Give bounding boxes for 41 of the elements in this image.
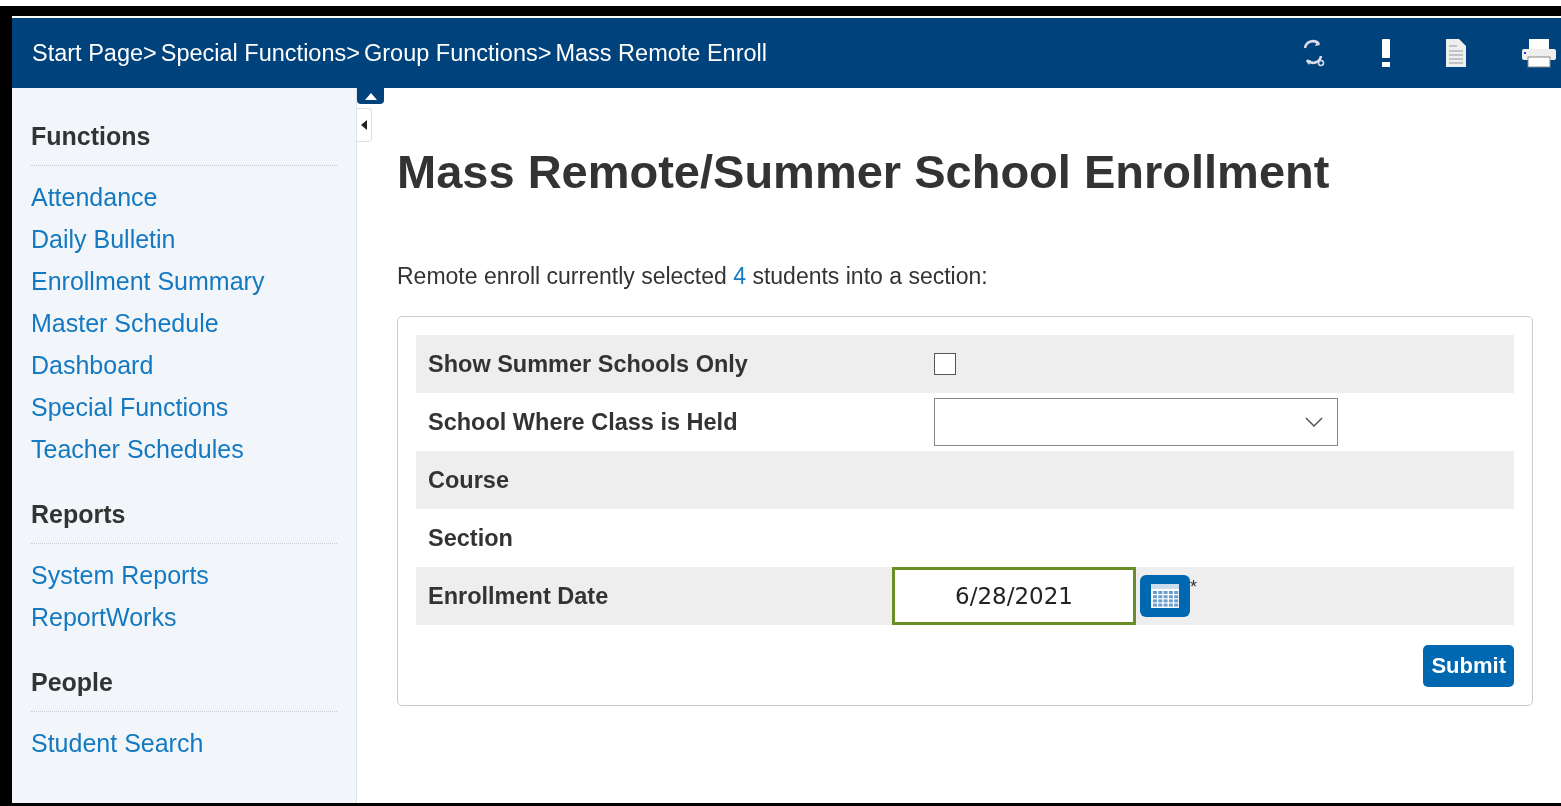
sidebar-link[interactable]: Special Functions xyxy=(31,390,337,424)
calendar-button[interactable] xyxy=(1140,575,1190,617)
sidebar-link[interactable]: Dashboard xyxy=(31,348,337,382)
page-title: Mass Remote/Summer School Enrollment xyxy=(397,144,1331,199)
chevron-down-icon xyxy=(1305,417,1323,427)
field-label: Enrollment Date xyxy=(427,582,610,610)
submit-button[interactable]: Submit xyxy=(1423,645,1514,687)
breadcrumb-link[interactable]: Group Functions> xyxy=(364,39,552,67)
collapse-sidebar-button[interactable] xyxy=(357,108,372,142)
refresh-button[interactable] xyxy=(1301,38,1327,68)
breadcrumb-link[interactable]: Special Functions> xyxy=(160,39,360,67)
field-label: Show Summer Schools Only xyxy=(427,350,749,378)
collapse-header-button[interactable] xyxy=(357,88,384,104)
checkbox[interactable] xyxy=(934,353,956,375)
print-button[interactable] xyxy=(1521,38,1557,68)
sidebar-heading: Functions xyxy=(31,122,337,166)
sidebar-link[interactable]: Daily Bulletin xyxy=(31,222,337,256)
sidebar-heading: Reports xyxy=(31,500,337,544)
sidebar-link[interactable]: Student Search xyxy=(31,726,337,760)
field-label: Course xyxy=(427,466,510,494)
field-label: School Where Class is Held xyxy=(427,408,739,436)
sidebar-link[interactable]: Master Schedule xyxy=(31,306,337,340)
sidebar-link[interactable]: Enrollment Summary xyxy=(31,264,337,298)
required-mark: * xyxy=(1190,577,1197,598)
alert-button[interactable] xyxy=(1381,38,1391,68)
sidebar-link[interactable]: ReportWorks xyxy=(31,600,337,634)
sidebar-link[interactable]: Teacher Schedules xyxy=(31,432,337,466)
school-select[interactable] xyxy=(934,398,1338,446)
calendar-icon xyxy=(1150,583,1180,609)
field-label: Section xyxy=(427,524,514,552)
date-field[interactable]: 6/28/2021 xyxy=(892,567,1136,625)
student-count-link[interactable]: 4 xyxy=(733,263,746,289)
left-triangle-icon xyxy=(361,120,367,130)
sidebar-heading: People xyxy=(31,668,337,712)
breadcrumb-link[interactable]: Start Page> xyxy=(32,39,157,67)
breadcrumb-link[interactable]: Mass Remote Enroll xyxy=(555,39,767,67)
intro-text: Remote enroll currently selected 4 students into a section: xyxy=(397,263,989,290)
sidebar-link[interactable]: System Reports xyxy=(31,558,337,592)
sidebar-link[interactable]: Attendance xyxy=(31,180,337,214)
document-button[interactable] xyxy=(1445,38,1467,68)
up-triangle-icon xyxy=(364,92,377,100)
